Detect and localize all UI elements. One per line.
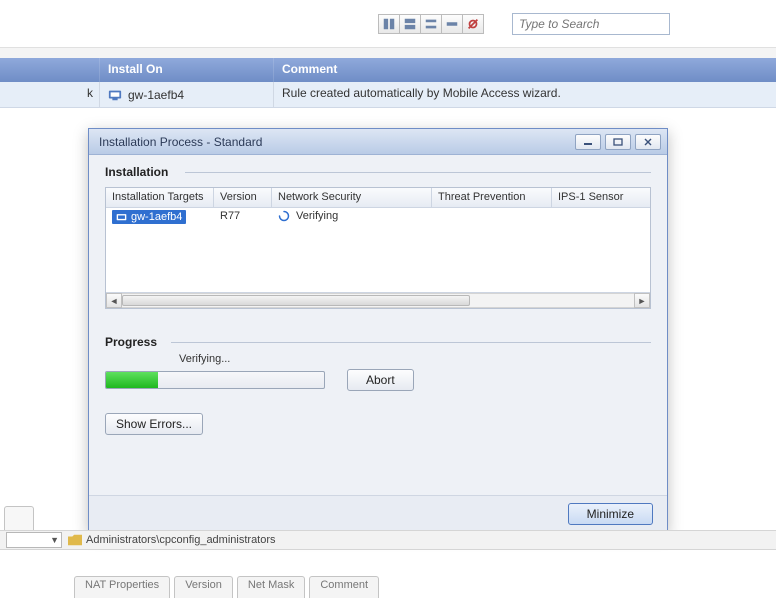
network-status: Verifying xyxy=(278,210,338,222)
dialog-title: Installation Process - Standard xyxy=(99,135,575,149)
path-bar: ▼ Administrators\cpconfig_administrators xyxy=(0,530,776,550)
installation-group: Installation Installation Targets Versio… xyxy=(105,165,651,309)
target-version: R77 xyxy=(214,208,272,228)
col-header-install-on[interactable]: Install On xyxy=(100,58,274,82)
rules-grid-row[interactable]: k gw-1aefb4 Rule created automatically b… xyxy=(0,82,776,108)
abort-button[interactable]: Abort xyxy=(347,369,414,391)
tab-nat-properties[interactable]: NAT Properties xyxy=(74,576,170,598)
installation-dialog: Installation Process - Standard Installa… xyxy=(88,128,668,532)
folder-icon xyxy=(68,534,82,546)
toolbar-btn-4[interactable] xyxy=(441,14,463,34)
installation-group-label: Installation xyxy=(105,165,172,179)
targets-header: Installation Targets Version Network Sec… xyxy=(106,188,650,208)
window-close-button[interactable] xyxy=(635,134,661,150)
col-header-blank xyxy=(0,58,100,82)
cell-install-on-text: gw-1aefb4 xyxy=(128,88,184,102)
toolbar-btn-2[interactable] xyxy=(399,14,421,34)
minimize-button[interactable]: Minimize xyxy=(568,503,653,525)
table-h-scrollbar[interactable]: ◄ ► xyxy=(106,292,650,308)
th-version[interactable]: Version xyxy=(214,188,272,207)
th-network[interactable]: Network Security xyxy=(272,188,432,207)
toolbar-btn-5[interactable] xyxy=(462,14,484,34)
ips-cell xyxy=(552,208,650,228)
dialog-titlebar[interactable]: Installation Process - Standard xyxy=(89,129,667,155)
tab-net-mask[interactable]: Net Mask xyxy=(237,576,305,598)
tab-version[interactable]: Version xyxy=(174,576,233,598)
cell-install-on: gw-1aefb4 xyxy=(100,82,274,107)
search-box[interactable] xyxy=(512,13,670,35)
bottom-tab-strip: NAT Properties Version Net Mask Comment xyxy=(0,576,776,598)
th-threat[interactable]: Threat Prevention xyxy=(432,188,552,207)
progress-group: Progress Verifying... Abort Show Errors.… xyxy=(105,335,651,435)
th-ips[interactable]: IPS-1 Sensor xyxy=(552,188,650,207)
col-header-comment[interactable]: Comment xyxy=(274,58,776,82)
targets-row[interactable]: gw-1aefb4 R77 Verifying xyxy=(106,208,650,228)
scroll-left-arrow-icon[interactable]: ◄ xyxy=(106,293,122,308)
show-errors-button[interactable]: Show Errors... xyxy=(105,413,203,435)
progress-group-label: Progress xyxy=(105,335,161,349)
toolbar-icon-group xyxy=(378,14,483,34)
window-minimize-button[interactable] xyxy=(575,134,601,150)
target-name: gw-1aefb4 xyxy=(131,211,182,223)
toolbar-btn-3[interactable] xyxy=(420,14,442,34)
th-targets[interactable]: Installation Targets xyxy=(106,188,214,207)
installation-targets-table: Installation Targets Version Network Sec… xyxy=(105,187,651,309)
group-divider xyxy=(171,342,651,343)
scroll-track[interactable] xyxy=(122,293,634,308)
dialog-footer: Minimize xyxy=(89,495,667,531)
scroll-right-arrow-icon[interactable]: ► xyxy=(634,293,650,308)
network-status-text: Verifying xyxy=(296,210,338,222)
top-toolbar xyxy=(0,0,776,48)
progress-status-text: Verifying... xyxy=(179,353,651,365)
scroll-thumb[interactable] xyxy=(122,295,470,306)
gateway-icon xyxy=(116,212,127,223)
cell-blank: k xyxy=(0,82,100,107)
toolbar-btn-1[interactable] xyxy=(378,14,400,34)
group-divider xyxy=(185,172,651,173)
window-maximize-button[interactable] xyxy=(605,134,631,150)
path-dropdown[interactable]: ▼ xyxy=(6,532,62,548)
threat-cell xyxy=(432,208,552,228)
spinner-icon xyxy=(278,210,290,222)
rules-grid-header: Install On Comment xyxy=(0,58,776,82)
progress-bar-fill xyxy=(106,372,158,388)
progress-bar xyxy=(105,371,325,389)
gateway-icon xyxy=(108,88,122,102)
tab-comment[interactable]: Comment xyxy=(309,576,379,598)
path-text: Administrators\cpconfig_administrators xyxy=(86,534,276,546)
search-input[interactable] xyxy=(517,16,678,32)
cell-comment: Rule created automatically by Mobile Acc… xyxy=(274,82,776,107)
side-tab[interactable] xyxy=(4,506,34,530)
target-selected: gw-1aefb4 xyxy=(112,210,186,224)
